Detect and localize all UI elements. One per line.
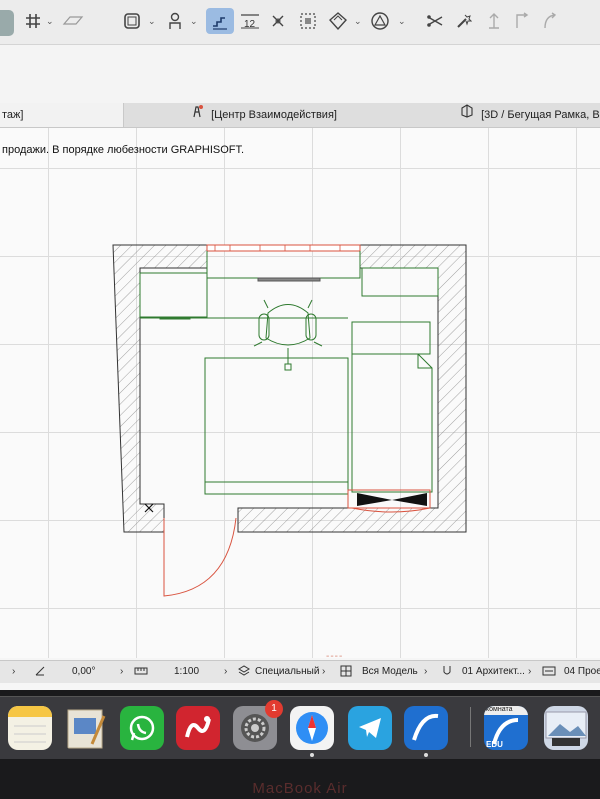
photos-icon[interactable] xyxy=(544,706,588,750)
macos-dock: 1 комната EDU xyxy=(0,696,600,759)
settings-icon[interactable]: 1 xyxy=(233,700,283,750)
chevron-right-icon[interactable]: › xyxy=(424,661,427,683)
cube-icon xyxy=(460,103,474,127)
wall-left-top[interactable] xyxy=(112,244,208,533)
bed[interactable] xyxy=(351,353,433,493)
railing-icon[interactable] xyxy=(484,8,504,34)
floor-plan-canvas[interactable]: продажи. В порядке любезности GRAPHISOFT… xyxy=(0,128,600,658)
running-indicator xyxy=(424,753,428,757)
chevron-right-icon[interactable]: › xyxy=(12,661,15,683)
grid-icon[interactable] xyxy=(22,8,44,34)
chevron-down-icon[interactable]: ⌄ xyxy=(354,16,362,27)
cabinet-left[interactable] xyxy=(139,272,208,318)
pillow[interactable] xyxy=(351,321,431,355)
door-sliding[interactable] xyxy=(357,493,427,506)
angle-value[interactable]: 0,00° xyxy=(72,661,95,683)
telegram-icon[interactable] xyxy=(348,706,392,750)
chevron-down-icon[interactable]: ⌄ xyxy=(398,16,406,27)
notification-badge: 1 xyxy=(265,700,283,718)
dock-separator xyxy=(470,707,471,747)
tab-label: [Центр Взаимодействия] xyxy=(211,109,337,121)
archicad-icon[interactable] xyxy=(404,706,448,750)
tab-label: [3D / Бегущая Рамка, В xyxy=(481,109,600,121)
chevron-down-icon[interactable]: ⌄ xyxy=(148,16,156,27)
renovation-icon[interactable] xyxy=(542,661,556,683)
edu-label: EDU xyxy=(486,740,503,749)
pen-icon[interactable] xyxy=(442,661,452,683)
furniture[interactable] xyxy=(139,251,439,495)
angle-icon[interactable] xyxy=(34,661,46,683)
chevron-right-icon[interactable]: › xyxy=(224,661,227,683)
zone-icon[interactable] xyxy=(326,8,350,34)
drive-icon[interactable] xyxy=(176,706,220,750)
mesh-icon[interactable] xyxy=(368,8,392,34)
tab-collaboration-center[interactable]: [Центр Взаимодействия] xyxy=(190,103,337,127)
toolbox: ⌄ ⌄ ⌄ 12 ⌄ ⌄ xyxy=(0,0,600,45)
trim-icon[interactable] xyxy=(424,8,446,34)
info-box-area xyxy=(0,45,600,103)
whatsapp-icon[interactable] xyxy=(120,706,164,750)
table[interactable] xyxy=(204,357,349,483)
edu-top-label: комната xyxy=(486,706,513,713)
stair-icon[interactable] xyxy=(206,8,234,34)
chevron-right-icon[interactable]: › xyxy=(528,661,531,683)
renovation-filter[interactable]: 04 Прое xyxy=(564,661,600,683)
object-icon[interactable] xyxy=(164,8,186,34)
magic-wand-icon[interactable] xyxy=(452,8,474,34)
scale-icon[interactable] xyxy=(134,661,148,683)
chevron-right-icon[interactable]: › xyxy=(322,661,325,683)
laptop-bezel-label: MacBook Air xyxy=(252,780,348,797)
wall-icon[interactable] xyxy=(120,8,144,34)
doors[interactable] xyxy=(144,489,431,597)
tab-label: таж] xyxy=(2,109,24,121)
tab-bar: таж] [Центр Взаимодействия] [3D / Бегуща… xyxy=(0,103,600,128)
chevron-down-icon[interactable]: ⌄ xyxy=(190,16,198,27)
chevron-down-icon[interactable]: ⌄ xyxy=(46,16,54,27)
door-entrance[interactable] xyxy=(163,517,237,597)
notes-icon[interactable] xyxy=(8,706,52,750)
scale-value[interactable]: 1:100 xyxy=(174,661,199,683)
pen-set[interactable]: 01 Архитект... xyxy=(462,661,525,683)
model-view-option[interactable]: Вся Модель xyxy=(362,661,418,683)
archicad-window: ⌄ ⌄ ⌄ 12 ⌄ ⌄ таж] [Центр Взаимодействия]… xyxy=(0,0,600,690)
toolbar-edge-handle[interactable] xyxy=(0,10,14,36)
preview-icon[interactable] xyxy=(64,706,108,750)
office-chair[interactable] xyxy=(253,299,323,371)
floor-plan-drawing[interactable] xyxy=(0,128,600,658)
running-indicator xyxy=(310,753,314,757)
safari-icon[interactable] xyxy=(290,706,334,750)
curtain-wall-icon[interactable] xyxy=(540,8,560,34)
layers-icon[interactable] xyxy=(238,661,250,683)
status-bar: › 0,00° › 1:100 › Специальный › Вся Моде… xyxy=(0,660,600,683)
dimension-icon[interactable] xyxy=(268,8,288,34)
layer-combination[interactable]: Специальный xyxy=(255,661,319,683)
roof-icon[interactable] xyxy=(512,8,532,34)
shelf-right[interactable] xyxy=(361,267,439,297)
tab-floor-plan[interactable]: таж] xyxy=(0,103,124,127)
archicad-edu-icon[interactable]: комната EDU xyxy=(484,706,528,750)
tab-3d-view[interactable]: [3D / Бегущая Рамка, В xyxy=(460,103,600,127)
label-icon[interactable] xyxy=(296,8,320,34)
walls[interactable] xyxy=(112,244,467,533)
chevron-right-icon[interactable]: › xyxy=(120,661,123,683)
slab-icon[interactable] xyxy=(60,8,86,34)
level-icon[interactable]: 12 xyxy=(238,8,262,34)
desk-top[interactable] xyxy=(206,251,361,279)
teamwork-icon xyxy=(190,103,204,127)
model-view-icon[interactable] xyxy=(340,661,352,683)
